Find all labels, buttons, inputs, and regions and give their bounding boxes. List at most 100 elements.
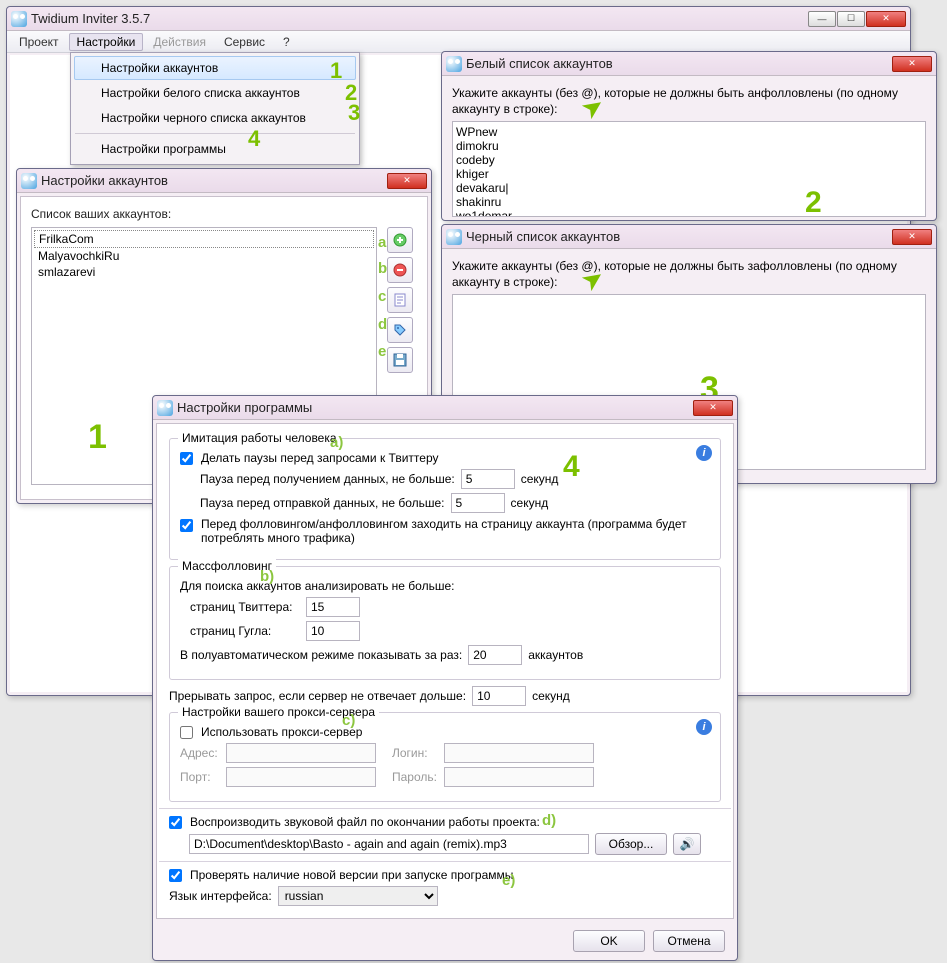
app-icon xyxy=(157,400,173,416)
menu-actions: Действия xyxy=(145,33,214,51)
dropdown-separator xyxy=(75,133,355,134)
accounts-titlebar[interactable]: Настройки аккаунтов ✕ xyxy=(17,169,431,193)
dropdown-item-label: Настройки программы xyxy=(101,142,226,156)
select-lang[interactable]: russian xyxy=(278,886,438,906)
app-icon xyxy=(446,229,462,245)
add-account-button[interactable] xyxy=(387,227,413,253)
dropdown-item-label: Настройки белого списка аккаунтов xyxy=(101,86,300,100)
label-search: Для поиска аккаунтов анализировать не бо… xyxy=(180,579,454,593)
maximize-button[interactable]: ☐ xyxy=(837,11,865,27)
label-lang: Язык интерфейса: xyxy=(169,889,272,903)
main-titlebar[interactable]: Twidium Inviter 3.5.7 — ☐ ✕ xyxy=(7,7,910,31)
list-item[interactable]: smlazarevi xyxy=(34,264,374,280)
whitelist-body: Укажите аккаунты (без @), которые не дол… xyxy=(442,76,936,224)
group-proxy-legend: Настройки вашего прокси-сервера xyxy=(178,705,379,719)
info-icon[interactable]: i xyxy=(696,445,712,461)
label-pause-get: Пауза перед получением данных, не больше… xyxy=(200,472,455,486)
input-login xyxy=(444,743,594,763)
input-google-pages[interactable] xyxy=(306,621,360,641)
app-icon xyxy=(446,56,462,72)
main-title: Twidium Inviter 3.5.7 xyxy=(31,11,150,26)
dropdown-program[interactable]: Настройки программы xyxy=(74,137,356,161)
group-human-legend: Имитация работы человека xyxy=(178,431,341,445)
dropdown-accounts[interactable]: Настройки аккаунтов xyxy=(74,56,356,80)
checkbox-visit[interactable] xyxy=(180,519,193,532)
label-pause-send: Пауза перед отправкой данных, не больше: xyxy=(200,496,445,510)
accounts-title: Настройки аккаунтов xyxy=(41,173,168,188)
label-visit: Перед фолловингом/анфолловингом заходить… xyxy=(201,517,701,545)
close-button[interactable]: ✕ xyxy=(892,56,932,72)
checkbox-proxy[interactable] xyxy=(180,726,193,739)
remove-account-button[interactable] xyxy=(387,257,413,283)
dropdown-item-label: Настройки черного списка аккаунтов xyxy=(101,111,306,125)
menubar: Проект Настройки Действия Сервис ? xyxy=(7,31,910,53)
blacklist-instruction: Укажите аккаунты (без @), которые не дол… xyxy=(452,259,926,290)
ok-button[interactable]: OK xyxy=(573,930,645,952)
close-button[interactable]: ✕ xyxy=(892,229,932,245)
menu-help[interactable]: ? xyxy=(275,33,298,51)
menu-settings[interactable]: Настройки xyxy=(69,33,144,51)
whitelist-textarea[interactable] xyxy=(452,121,926,217)
program-body: Имитация работы человека i Делать паузы … xyxy=(156,423,734,919)
input-semiauto[interactable] xyxy=(468,645,522,665)
label-sound: Воспроизводить звуковой файл по окончани… xyxy=(190,815,540,829)
input-pause-get[interactable] xyxy=(461,469,515,489)
dropdown-whitelist[interactable]: Настройки белого списка аккаунтов xyxy=(74,81,356,105)
input-sound-path[interactable] xyxy=(189,834,589,854)
save-accounts-button[interactable] xyxy=(387,347,413,373)
whitelist-titlebar[interactable]: Белый список аккаунтов ✕ xyxy=(442,52,936,76)
input-addr xyxy=(226,743,376,763)
blacklist-title: Черный список аккаунтов xyxy=(466,229,620,244)
footer: OK Отмена xyxy=(153,922,737,960)
minimize-button[interactable]: — xyxy=(808,11,836,27)
label-proxy: Использовать прокси-сервер xyxy=(201,725,362,739)
label-semiauto: В полуавтоматическом режиме показывать з… xyxy=(180,648,462,662)
whitelist-window: Белый список аккаунтов ✕ Укажите аккаунт… xyxy=(441,51,937,221)
input-twitter-pages[interactable] xyxy=(306,597,360,617)
group-proxy: Настройки вашего прокси-сервера i Исполь… xyxy=(169,712,721,802)
list-item[interactable]: FrilkaCom xyxy=(34,230,374,248)
input-pause-send[interactable] xyxy=(451,493,505,513)
input-pass xyxy=(444,767,594,787)
menu-project[interactable]: Проект xyxy=(11,33,67,51)
label-pass: Пароль: xyxy=(392,770,438,784)
label-addr: Адрес: xyxy=(180,746,220,760)
program-window: Настройки программы ✕ Имитация работы че… xyxy=(152,395,738,961)
label-port: Порт: xyxy=(180,770,220,784)
dropdown-item-label: Настройки аккаунтов xyxy=(101,61,218,75)
close-button[interactable]: ✕ xyxy=(693,400,733,416)
tag-account-button[interactable] xyxy=(387,317,413,343)
program-title: Настройки программы xyxy=(177,400,312,415)
browse-button[interactable]: Обзор... xyxy=(595,833,667,855)
close-button[interactable]: ✕ xyxy=(387,173,427,189)
accounts-suffix: аккаунтов xyxy=(528,648,583,662)
group-mass-legend: Массфолловинг xyxy=(178,559,276,573)
timeout-suffix: секунд xyxy=(532,689,570,703)
list-item[interactable]: MalyavochkiRu xyxy=(34,248,374,264)
input-timeout[interactable] xyxy=(472,686,526,706)
checkbox-pause[interactable] xyxy=(180,452,193,465)
program-titlebar[interactable]: Настройки программы ✕ xyxy=(153,396,737,420)
whitelist-instruction: Укажите аккаунты (без @), которые не дол… xyxy=(452,86,926,117)
menu-service[interactable]: Сервис xyxy=(216,33,273,51)
toolbar-column xyxy=(387,227,413,373)
label-timeout: Прерывать запрос, если сервер не отвечае… xyxy=(169,689,466,703)
label-pause: Делать паузы перед запросами к Твиттеру xyxy=(201,451,439,465)
label-login: Логин: xyxy=(392,746,438,760)
dropdown-blacklist[interactable]: Настройки черного списка аккаунтов xyxy=(74,106,356,130)
group-human: Имитация работы человека i Делать паузы … xyxy=(169,438,721,560)
seconds-suffix: секунд xyxy=(521,472,559,486)
info-icon[interactable]: i xyxy=(696,719,712,735)
checkbox-update[interactable] xyxy=(169,869,182,882)
close-button[interactable]: ✕ xyxy=(866,11,906,27)
app-icon xyxy=(11,11,27,27)
label-update: Проверять наличие новой версии при запус… xyxy=(190,868,513,882)
play-sound-button[interactable]: 🔊 xyxy=(673,833,701,855)
checkbox-sound[interactable] xyxy=(169,816,182,829)
edit-account-button[interactable] xyxy=(387,287,413,313)
label-google-pages: страниц Гугла: xyxy=(190,624,300,638)
seconds-suffix: секунд xyxy=(511,496,549,510)
blacklist-titlebar[interactable]: Черный список аккаунтов ✕ xyxy=(442,225,936,249)
cancel-button[interactable]: Отмена xyxy=(653,930,725,952)
group-mass: Массфолловинг Для поиска аккаунтов анали… xyxy=(169,566,721,680)
